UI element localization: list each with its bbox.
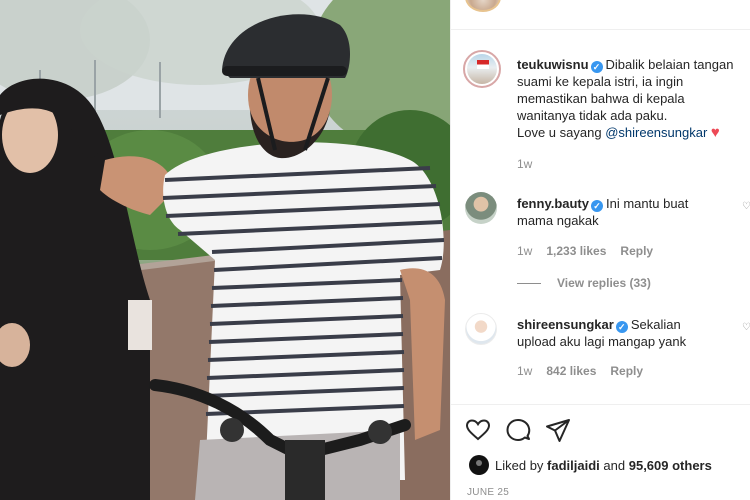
liked-by-and: and (603, 457, 626, 473)
comment-2-likes[interactable]: 842 likes (546, 364, 596, 378)
comment-2-text: shireensungkar ✓ Sekalian upload aku lagi … (517, 316, 737, 350)
caption-line-2: suami ke kepala istri, ia ingin (517, 74, 684, 89)
caption-time[interactable]: 1w (517, 157, 532, 171)
liked-by-count[interactable]: 95,609 others (629, 458, 712, 473)
photo-illustration (0, 0, 450, 500)
liked-by-user[interactable]: fadiljaidi (547, 458, 600, 473)
caption-love-text: Love u sayang (517, 125, 602, 140)
comment-1-meta: 1w 1,233 likes Reply (517, 244, 667, 258)
heart-outline-icon[interactable] (465, 417, 491, 443)
caption-line-1: Dibalik belaian tangan (605, 57, 734, 72)
caption-username[interactable]: teukuwisnu (517, 57, 589, 72)
comment-1-line-2: mama ngakak (517, 213, 599, 228)
post-action-bar: Liked by fadiljaidi and 95,609 others JU… (451, 404, 750, 500)
verified-badge-icon: ✓ (590, 61, 603, 73)
comment-bubble-icon[interactable] (505, 417, 531, 443)
flag-graphic (477, 60, 489, 69)
post-side-panel: teukuwisnu ✓ Dibalik belaian tangan suami … (450, 0, 750, 500)
reply-divider-line (517, 283, 541, 285)
comment-1-likes[interactable]: 1,233 likes (546, 244, 606, 258)
liked-by-row: Liked by fadiljaidi and 95,609 others (469, 455, 712, 475)
comment-2-username[interactable]: shireensungkar (517, 317, 614, 332)
comment-2-line-1: Sekalian (630, 317, 681, 332)
comment-1-text: fenny.bauty ✓ Ini mantu buat mama ngakak (517, 195, 737, 229)
caption-line-4: wanitanya tidak ada paku. (517, 108, 668, 123)
comment-2-line-2: upload aku lagi mangap yank (517, 334, 687, 349)
post-date[interactable]: JUNE 25 (467, 487, 509, 498)
caption-text-block: teukuwisnu ✓ Dibalik belaian tangan suami … (517, 56, 749, 141)
comment-1-line-1: Ini mantu buat (606, 196, 689, 211)
paper-plane-icon[interactable] (545, 417, 571, 443)
caption-mention-link[interactable]: @shireensungkar (605, 125, 707, 140)
post-photo[interactable] (0, 0, 450, 500)
author-avatar-partial[interactable] (465, 0, 501, 12)
liked-by-avatar[interactable] (469, 455, 489, 475)
view-replies-label[interactable]: View replies (33) (557, 276, 651, 290)
caption-meta: 1w (517, 157, 546, 171)
caption-author-avatar[interactable] (463, 50, 501, 88)
verified-badge-icon: ✓ (615, 321, 628, 333)
comment-2-reply-button[interactable]: Reply (610, 364, 643, 378)
post-header-strip (451, 0, 750, 30)
caption-line-3: memastikan bahwa di kepala (517, 91, 685, 106)
red-heart-emoji-icon: ♥ (710, 124, 720, 141)
comment-2-time[interactable]: 1w (517, 364, 532, 378)
comment-1-time[interactable]: 1w (517, 244, 532, 258)
comment-1-username[interactable]: fenny.bauty (517, 196, 589, 211)
comment-1-like-icon[interactable]: ♡ (742, 201, 750, 212)
liked-by-prefix: Liked by (495, 457, 544, 473)
commenter-avatar-shireen[interactable] (465, 313, 497, 345)
commenter-avatar-fenny[interactable] (465, 192, 497, 224)
comment-2-like-icon[interactable]: ♡ (742, 322, 750, 333)
comment-2-meta: 1w 842 likes Reply (517, 364, 657, 378)
verified-badge-icon: ✓ (591, 200, 603, 212)
view-replies-link[interactable]: View replies (33) (517, 276, 651, 290)
comment-1-reply-button[interactable]: Reply (620, 244, 653, 258)
